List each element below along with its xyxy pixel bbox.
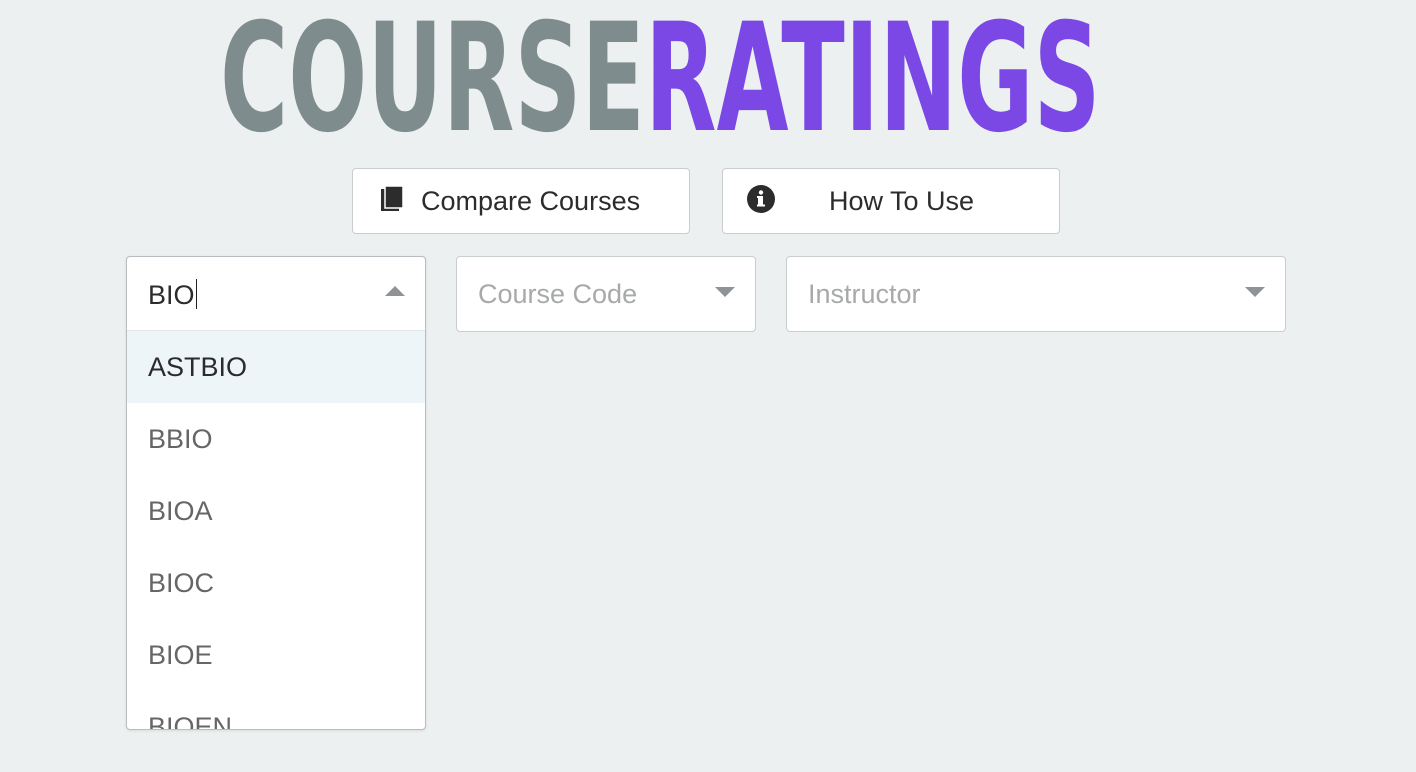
- caret-up-icon[interactable]: [385, 286, 405, 296]
- subject-option[interactable]: BIOE: [127, 619, 425, 691]
- caret-down-icon[interactable]: [1245, 287, 1265, 297]
- subject-option[interactable]: BIOC: [127, 547, 425, 619]
- subject-option[interactable]: BBIO: [127, 403, 425, 475]
- text-caret: [195, 279, 197, 309]
- how-to-use-label: How To Use: [829, 186, 975, 216]
- course-code-select[interactable]: Course Code: [456, 256, 756, 332]
- logo-course-text: COURSE: [220, 0, 645, 166]
- subject-select-control[interactable]: BIO: [127, 257, 425, 331]
- subject-search-value: BIO: [148, 280, 195, 310]
- subject-options-menu[interactable]: ASTBIO BBIO BIOA BIOC BIOE BIOEN: [127, 331, 425, 729]
- compare-courses-label: Compare Courses: [421, 186, 641, 216]
- caret-down-icon[interactable]: [715, 287, 735, 297]
- subject-option[interactable]: BIOA: [127, 475, 425, 547]
- subject-option[interactable]: BIOEN: [127, 691, 425, 729]
- subject-select[interactable]: BIO ASTBIO BBIO BIOA BIOC BIOE BIOEN: [126, 256, 426, 730]
- how-to-use-button[interactable]: How To Use: [722, 168, 1060, 234]
- course-code-placeholder: Course Code: [478, 279, 638, 309]
- instructor-placeholder: Instructor: [808, 279, 921, 309]
- book-icon: [379, 185, 405, 213]
- subject-search-input[interactable]: BIO: [148, 279, 197, 311]
- logo-ratings-text: RATINGS: [644, 0, 1101, 166]
- subject-option[interactable]: ASTBIO: [127, 331, 425, 403]
- instructor-select[interactable]: Instructor: [786, 256, 1286, 332]
- info-circle-icon: [747, 185, 775, 213]
- course-ratings-logo: COURSERATINGS: [220, 4, 1101, 154]
- compare-courses-button[interactable]: Compare Courses: [352, 168, 690, 234]
